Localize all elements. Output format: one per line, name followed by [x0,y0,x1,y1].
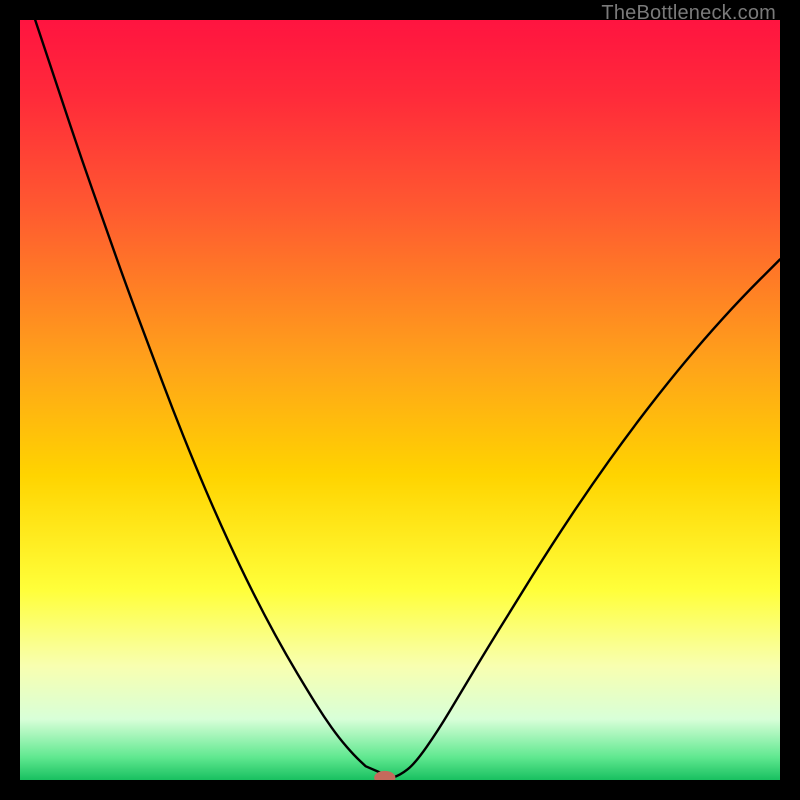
watermark-text: TheBottleneck.com [601,2,776,25]
chart-background-gradient [20,20,780,780]
bottleneck-chart [20,20,780,780]
chart-frame [20,20,780,780]
